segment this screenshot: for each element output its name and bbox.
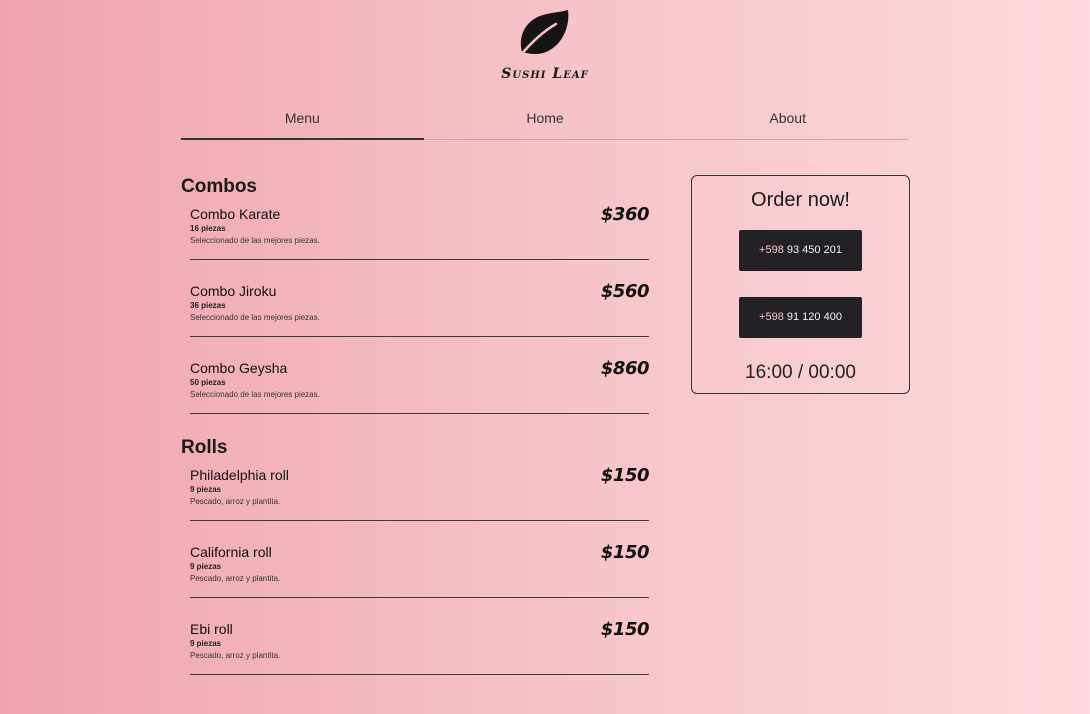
item-count: 36 piezas: [190, 301, 226, 310]
menu-item[interactable]: Philadelphia roll 9 piezas Pescado, arro…: [190, 465, 650, 521]
order-panel: Order now! +598 93 450 201 +598 91 120 4…: [691, 175, 910, 394]
item-name: Combo Geysha: [190, 360, 288, 376]
menu-item[interactable]: Combo Jiroku 36 piezas Seleccionado de l…: [190, 281, 650, 337]
phone-prefix: +598: [759, 311, 784, 323]
section-title-rolls: Rolls: [181, 437, 228, 458]
phone-button-1[interactable]: +598 93 450 201: [739, 230, 862, 271]
leaf-icon[interactable]: [516, 8, 572, 58]
phone-number: 91 120 400: [786, 311, 842, 323]
item-count: 50 piezas: [190, 378, 226, 387]
item-count: 9 piezas: [190, 485, 222, 494]
item-description: Seleccionado de las mejores piezas.: [190, 236, 320, 245]
menu-list: Combos Combo Karate 16 piezas Selecciona…: [181, 176, 651, 698]
phone-button-2[interactable]: +598 91 120 400: [739, 297, 862, 338]
item-price: $150: [600, 465, 650, 486]
item-description: Pescado, arroz y plantita.: [190, 574, 281, 583]
section-title-combos: Combos: [181, 176, 257, 197]
menu-item[interactable]: Combo Geysha 50 piezas Seleccionado de l…: [190, 358, 650, 414]
item-description: Pescado, arroz y plantita.: [190, 651, 281, 660]
main-nav: Menu Home About: [181, 106, 909, 140]
item-name: Combo Jiroku: [190, 283, 277, 299]
item-price: $150: [600, 619, 650, 640]
phone-number: 93 450 201: [786, 244, 842, 256]
item-name: Combo Karate: [190, 206, 281, 222]
nav-home[interactable]: Home: [424, 106, 667, 139]
item-price: $360: [600, 204, 650, 225]
item-description: Pescado, arroz y plantita.: [190, 497, 281, 506]
nav-about[interactable]: About: [666, 106, 909, 139]
brand-name: Sushi Leaf: [501, 66, 589, 82]
item-count: 16 piezas: [190, 224, 226, 233]
item-name: Philadelphia roll: [190, 467, 289, 483]
order-title: Order now!: [751, 189, 850, 211]
item-count: 9 piezas: [190, 639, 222, 648]
item-name: Ebi roll: [190, 621, 233, 637]
item-count: 9 piezas: [190, 562, 222, 571]
item-description: Seleccionado de las mejores piezas.: [190, 313, 320, 322]
menu-item[interactable]: Combo Karate 16 piezas Seleccionado de l…: [190, 204, 650, 260]
item-price: $560: [600, 281, 650, 302]
item-price: $150: [600, 542, 650, 563]
menu-item[interactable]: Ebi roll 9 piezas Pescado, arroz y plant…: [190, 619, 650, 675]
phone-prefix: +598: [759, 244, 784, 256]
item-name: California roll: [190, 544, 272, 560]
opening-hours: 16:00 / 00:00: [745, 362, 856, 383]
menu-item[interactable]: California roll 9 piezas Pescado, arroz …: [190, 542, 650, 598]
item-price: $860: [600, 358, 650, 379]
item-description: Seleccionado de las mejores piezas.: [190, 390, 320, 399]
nav-menu[interactable]: Menu: [181, 106, 424, 140]
